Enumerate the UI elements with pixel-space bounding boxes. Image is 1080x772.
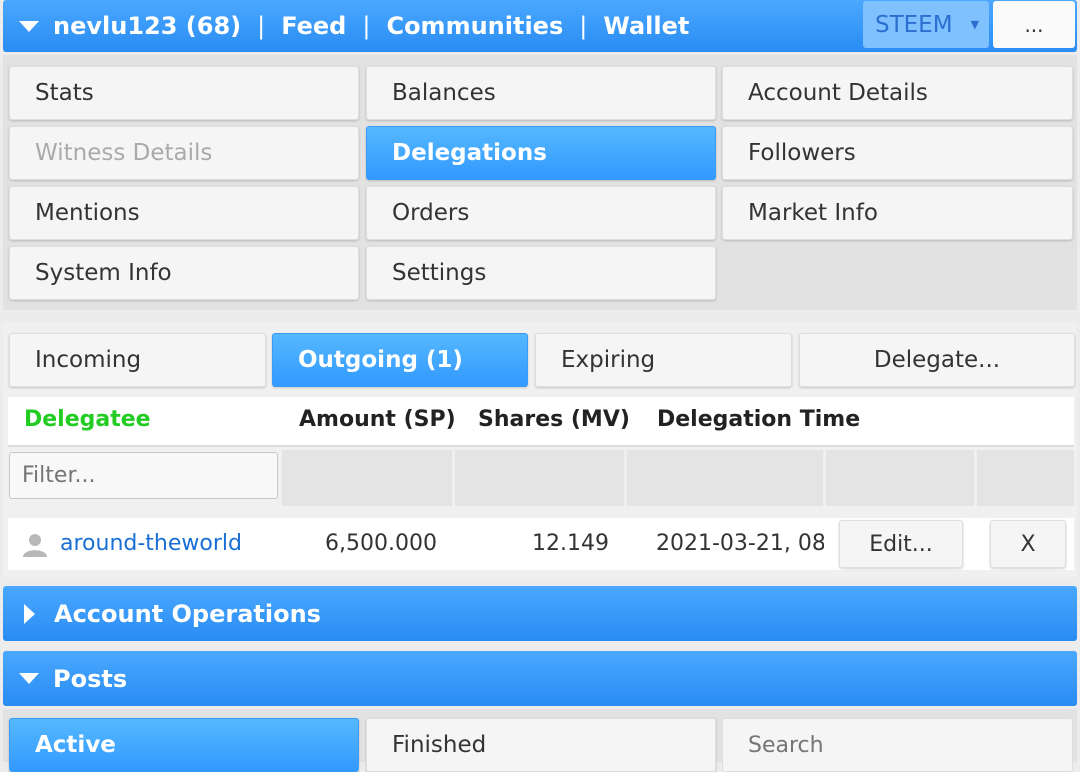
header-delegatee[interactable]: Delegatee <box>24 407 151 432</box>
menu-orders[interactable]: Orders <box>366 186 716 240</box>
collapse-triangle-icon[interactable] <box>19 20 39 32</box>
communities-link[interactable]: Communities <box>386 12 563 40</box>
menu-system-info[interactable]: System Info <box>9 246 359 300</box>
menu-witness-details: Witness Details <box>9 126 359 180</box>
posts-header[interactable]: Posts <box>3 651 1077 706</box>
dropdown-arrow-icon: ▼ <box>970 18 980 31</box>
filter-cell <box>455 450 624 506</box>
currency-value: STEEM <box>875 11 953 38</box>
menu-mentions[interactable]: Mentions <box>9 186 359 240</box>
filter-cell <box>826 450 974 506</box>
more-button[interactable]: ... <box>993 1 1075 48</box>
menu-followers[interactable]: Followers <box>722 126 1073 180</box>
posts-search-input[interactable] <box>722 718 1073 772</box>
delegate-button[interactable]: Delegate... <box>799 333 1075 387</box>
header-delegation-time[interactable]: Delegation Time <box>657 407 860 432</box>
currency-select[interactable]: STEEM ▼ <box>863 1 989 48</box>
posts-title: Posts <box>53 664 128 693</box>
tab-finished[interactable]: Finished <box>366 718 716 772</box>
remove-button[interactable]: X <box>990 520 1066 568</box>
account-operations-title: Account Operations <box>54 599 321 628</box>
tab-active[interactable]: Active <box>9 718 359 772</box>
amount-value: 6,500.000 <box>325 531 437 556</box>
shares-value: 12.149 <box>532 531 609 556</box>
account-operations-header[interactable]: Account Operations <box>3 586 1077 641</box>
tab-expiring[interactable]: Expiring <box>535 333 792 387</box>
delegatee-link[interactable]: around-theworld <box>60 531 242 556</box>
feed-link[interactable]: Feed <box>281 12 346 40</box>
filter-cell <box>627 450 823 506</box>
edit-button[interactable]: Edit... <box>839 520 963 568</box>
menu-delegations[interactable]: Delegations <box>366 126 716 180</box>
menu-settings[interactable]: Settings <box>366 246 716 300</box>
menu-market-info[interactable]: Market Info <box>722 186 1073 240</box>
menu-stats[interactable]: Stats <box>9 66 359 120</box>
header-shares[interactable]: Shares (MV) <box>478 407 630 432</box>
separator: | <box>579 12 588 40</box>
collapse-triangle-icon <box>19 673 39 684</box>
expand-triangle-icon <box>24 603 35 624</box>
header-amount[interactable]: Amount (SP) <box>299 407 456 432</box>
menu-balances[interactable]: Balances <box>366 66 716 120</box>
wallet-link[interactable]: Wallet <box>603 12 689 40</box>
separator: | <box>257 12 266 40</box>
filter-cell <box>977 450 1074 506</box>
user-link[interactable]: nevlu123 (68) <box>53 12 241 40</box>
tab-incoming[interactable]: Incoming <box>9 333 266 387</box>
time-value: 2021-03-21, 08: <box>656 531 824 556</box>
filter-cell <box>282 450 452 506</box>
separator: | <box>362 12 371 40</box>
filter-input[interactable] <box>9 452 278 499</box>
tab-outgoing[interactable]: Outgoing (1) <box>272 333 528 387</box>
user-avatar-icon <box>22 533 48 557</box>
menu-account-details[interactable]: Account Details <box>722 66 1073 120</box>
